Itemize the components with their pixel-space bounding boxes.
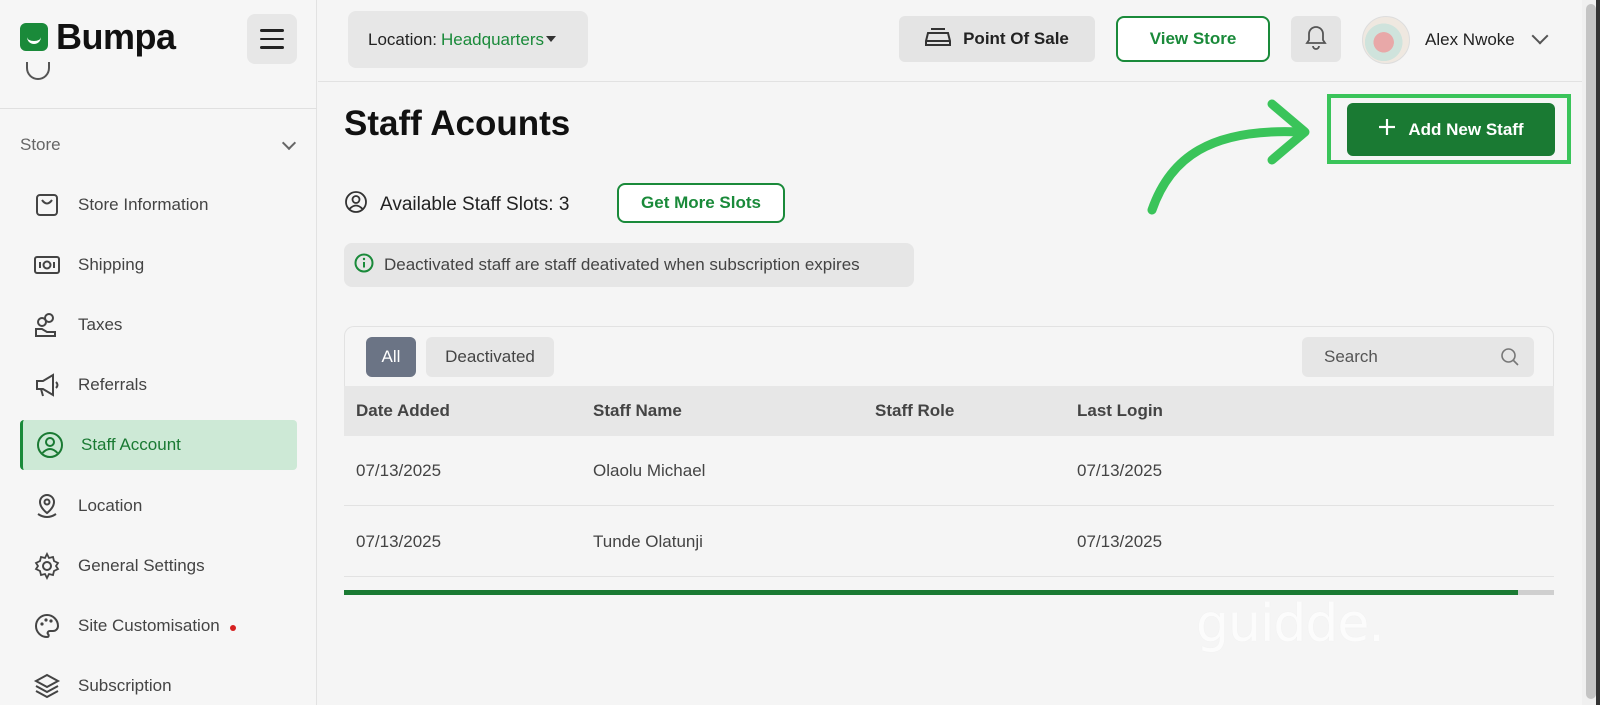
sidebar-divider	[0, 108, 317, 109]
hamburger-menu-button[interactable]	[247, 14, 297, 64]
table-row[interactable]: 07/13/2025 Olaolu Michael 07/13/2025	[344, 436, 1554, 506]
sidebar-item-site-customisation[interactable]: Site Customisation	[20, 601, 297, 651]
staff-slots-label: Available Staff Slots: 3	[380, 194, 570, 215]
guide-arrow-icon	[1140, 88, 1320, 223]
search-placeholder: Search	[1324, 347, 1378, 366]
add-new-staff-label: Add New Staff	[1408, 119, 1524, 139]
location-key: Location:	[368, 29, 437, 49]
sidebar-item-label: Subscription	[78, 676, 172, 695]
cell-staff-name: Olaolu Michael	[593, 460, 706, 480]
sidebar-item-shipping[interactable]: Shipping	[20, 240, 297, 290]
register-icon	[925, 27, 952, 52]
sidebar-item-label: Site Customisation	[78, 616, 220, 635]
palette-icon	[32, 611, 62, 641]
sidebar-item-label: Taxes	[78, 315, 123, 334]
table-header: Date Added Staff Name Staff Role Last Lo…	[344, 386, 1554, 436]
column-header-last-login[interactable]: Last Login	[1077, 401, 1163, 421]
staff-table: All Deactivated Search Date Added Staff …	[344, 326, 1554, 595]
info-icon	[354, 253, 374, 278]
avatar[interactable]	[1362, 16, 1410, 64]
sidebar-item-label: Shipping	[78, 255, 145, 274]
guidde-watermark: guidde.	[1196, 594, 1385, 654]
table-row[interactable]: 07/13/2025 Tunde Olatunji 07/13/2025	[344, 507, 1554, 577]
sidebar-item-label: Location	[78, 496, 143, 515]
add-new-staff-button[interactable]: Add New Staff	[1347, 103, 1555, 156]
cell-date-added: 07/13/2025	[356, 531, 442, 551]
bell-icon	[1304, 24, 1328, 55]
chevron-down-icon[interactable]	[1531, 27, 1549, 45]
sidebar-item-label: General Settings	[78, 556, 205, 575]
layers-icon	[32, 671, 62, 701]
notifications-button[interactable]	[1291, 16, 1341, 62]
chevron-down-icon	[281, 135, 297, 150]
column-header-staff-name[interactable]: Staff Name	[593, 401, 682, 421]
page-scrollbar-thumb[interactable]	[1586, 4, 1596, 699]
sidebar-item-location[interactable]: Location	[20, 481, 297, 531]
sidebar-item-general-settings[interactable]: General Settings	[20, 541, 297, 591]
sidebar-item-taxes[interactable]: Taxes	[20, 300, 297, 350]
window-edge	[1596, 0, 1600, 705]
point-of-sale-button[interactable]: Point Of Sale	[899, 16, 1095, 62]
column-header-date-added[interactable]: Date Added	[356, 401, 450, 421]
user-circle-icon	[35, 430, 65, 460]
column-header-staff-role[interactable]: Staff Role	[875, 401, 954, 421]
info-banner: Deactivated staff are staff deativated w…	[344, 243, 914, 287]
megaphone-icon	[32, 370, 62, 400]
search-input[interactable]: Search	[1302, 337, 1534, 377]
tab-deactivated[interactable]: Deactivated	[426, 337, 554, 377]
tab-all[interactable]: All	[366, 337, 416, 377]
cell-last-login: 07/13/2025	[1077, 531, 1163, 551]
view-store-button[interactable]: View Store	[1116, 16, 1270, 62]
money-icon	[32, 250, 62, 280]
partial-nav-icon	[26, 62, 50, 80]
location-pin-icon	[32, 491, 62, 521]
cell-last-login: 07/13/2025	[1077, 460, 1163, 480]
notification-dot	[229, 625, 236, 631]
hamburger-icon	[260, 26, 284, 52]
cell-staff-name: Tunde Olatunji	[593, 531, 703, 551]
store-section-header[interactable]: Store	[20, 135, 300, 155]
point-of-sale-label: Point Of Sale	[963, 29, 1069, 48]
coins-hand-icon	[32, 310, 62, 340]
bag-icon	[32, 190, 62, 220]
get-more-slots-button[interactable]: Get More Slots	[617, 183, 785, 223]
sidebar-item-label: Referrals	[78, 375, 147, 394]
top-bar: Location: Headquarters Point Of Sale Vie…	[318, 0, 1582, 82]
store-section-label: Store	[20, 135, 61, 154]
location-value: Headquarters	[441, 29, 545, 49]
user-circle-icon	[344, 190, 368, 220]
sidebar-item-label: Staff Account	[81, 435, 181, 454]
sidebar-item-staff-account[interactable]: Staff Account	[20, 420, 297, 470]
user-name[interactable]: Alex Nwoke	[1425, 30, 1515, 50]
sidebar-item-label: Store Information	[78, 195, 209, 214]
brand-logo[interactable]: Bumpa	[20, 16, 176, 58]
search-icon	[1500, 347, 1520, 372]
sidebar: Bumpa Store Store Information Shipping T…	[0, 0, 317, 705]
cell-date-added: 07/13/2025	[356, 460, 442, 480]
sidebar-item-subscription[interactable]: Subscription	[20, 661, 297, 705]
bumpa-logo-icon	[20, 23, 48, 51]
caret-down-icon	[546, 35, 557, 42]
gear-icon	[32, 551, 62, 581]
brand-name: Bumpa	[56, 16, 176, 57]
info-text: Deactivated staff are staff deativated w…	[384, 255, 860, 274]
sidebar-item-referrals[interactable]: Referrals	[20, 360, 297, 410]
location-selector[interactable]: Location: Headquarters	[348, 11, 588, 68]
table-filter-row: All Deactivated Search	[344, 326, 1554, 386]
sidebar-item-store-information[interactable]: Store Information	[20, 180, 297, 230]
plus-icon	[1378, 118, 1396, 141]
page-title: Staff Acounts	[344, 104, 571, 143]
staff-slots-info: Available Staff Slots: 3	[344, 190, 569, 220]
